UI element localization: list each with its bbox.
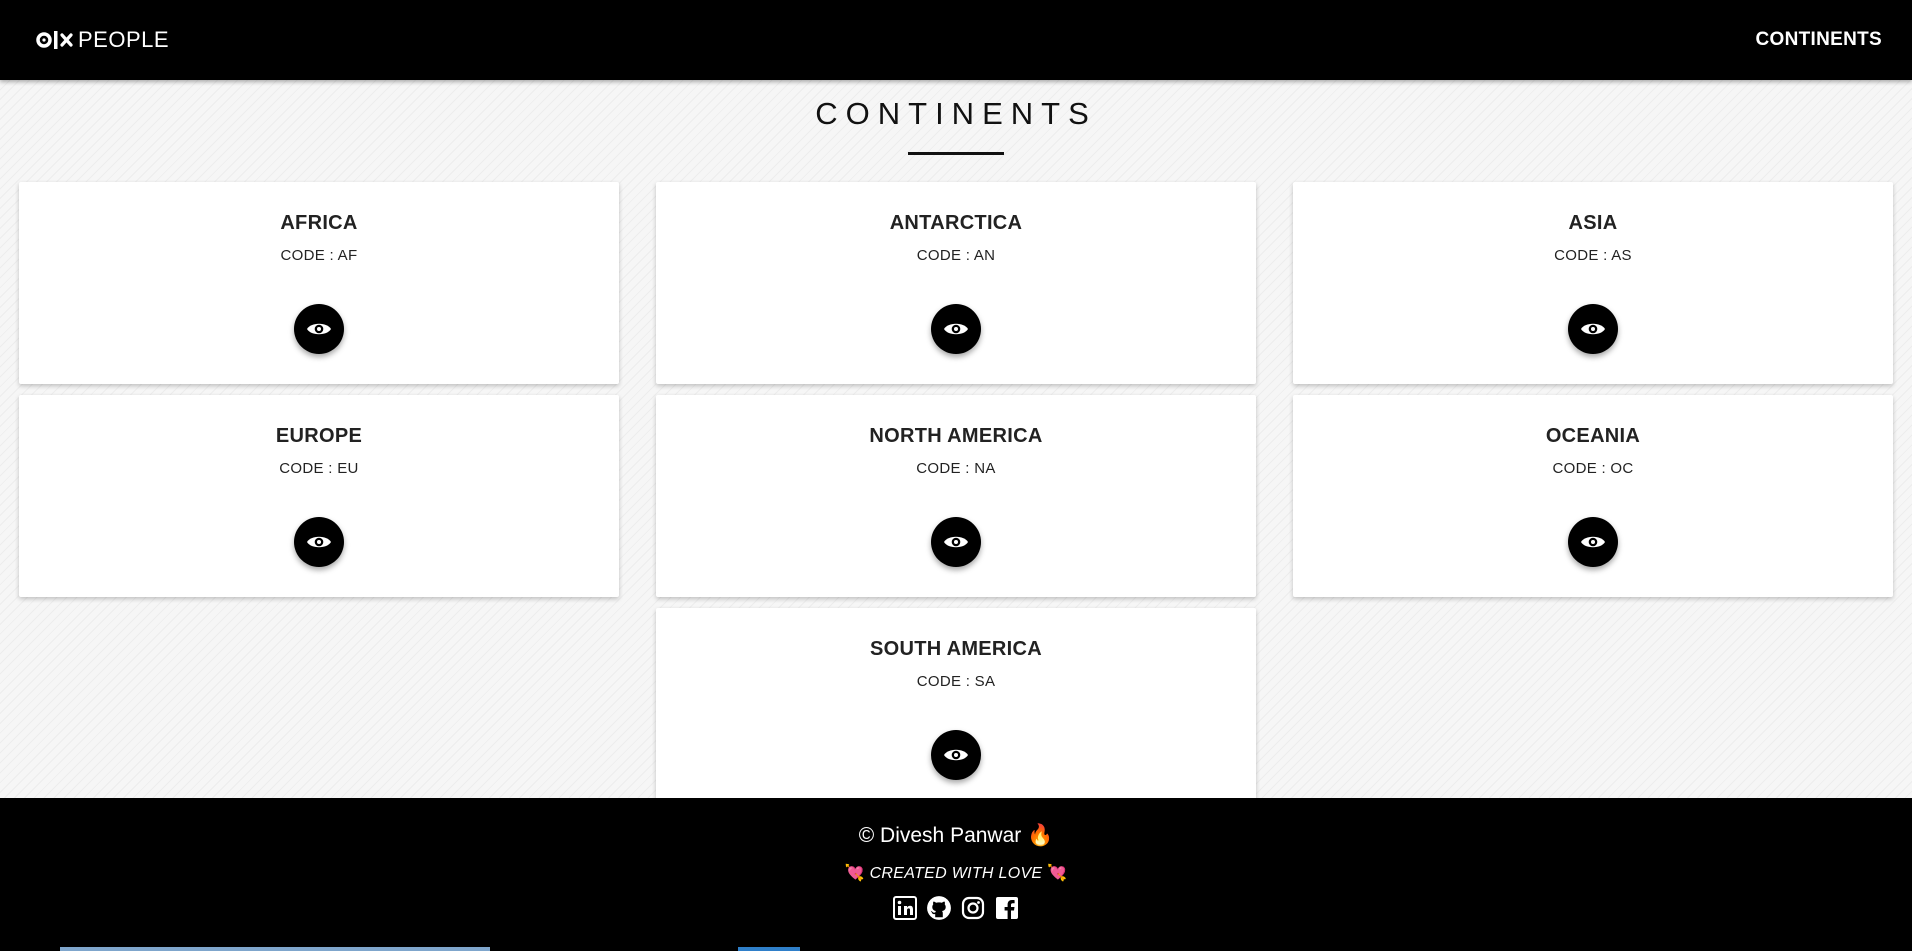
github-link[interactable] bbox=[926, 894, 952, 922]
nav-link-continents[interactable]: CONTINENTS bbox=[1756, 29, 1883, 51]
view-button[interactable] bbox=[294, 304, 344, 354]
view-button[interactable] bbox=[1568, 304, 1618, 354]
continent-name: EUROPE bbox=[275, 425, 363, 447]
continent-name: ANTARCTICA bbox=[889, 212, 1023, 234]
view-button[interactable] bbox=[931, 304, 981, 354]
continent-card-north-america: NORTH AMERICA CODE : NA bbox=[656, 395, 1256, 597]
continent-grid: AFRICA CODE : AF ANTARCTICA CODE : AN AS… bbox=[19, 182, 1893, 810]
instagram-icon bbox=[961, 896, 985, 920]
facebook-link[interactable] bbox=[994, 894, 1020, 922]
footer: © Divesh Panwar 🔥 💘 CREATED WITH LOVE 💘 bbox=[0, 798, 1912, 951]
continent-code: CODE : NA bbox=[916, 460, 996, 477]
continent-card-asia: ASIA CODE : AS bbox=[1293, 182, 1893, 384]
continent-name: ASIA bbox=[1568, 212, 1618, 234]
continent-name: AFRICA bbox=[280, 212, 358, 234]
continent-card-oceania: OCEANIA CODE : OC bbox=[1293, 395, 1893, 597]
copyright-text: © Divesh Panwar 🔥 bbox=[858, 824, 1054, 847]
continent-code: CODE : AS bbox=[1554, 247, 1632, 264]
eye-icon bbox=[1581, 323, 1605, 335]
continent-card-europe: EUROPE CODE : EU bbox=[19, 395, 619, 597]
title-underline bbox=[908, 152, 1004, 155]
heart-icon: 💘 bbox=[844, 865, 865, 882]
facebook-icon bbox=[996, 897, 1018, 919]
continent-code: CODE : AN bbox=[916, 247, 996, 264]
linkedin-link[interactable] bbox=[892, 894, 918, 922]
view-button[interactable] bbox=[1568, 517, 1618, 567]
eye-icon bbox=[307, 536, 331, 548]
tagline: 💘 CREATED WITH LOVE 💘 bbox=[0, 863, 1912, 883]
eye-icon bbox=[944, 749, 968, 761]
taskbar-strip bbox=[60, 947, 490, 951]
instagram-link[interactable] bbox=[960, 894, 986, 922]
tagline-text: CREATED WITH LOVE bbox=[869, 865, 1043, 882]
eye-icon bbox=[307, 323, 331, 335]
brand-logo[interactable]: PEOPLE bbox=[36, 27, 169, 53]
eye-icon bbox=[944, 536, 968, 548]
continent-name: SOUTH AMERICA bbox=[869, 638, 1043, 660]
continent-code: CODE : SA bbox=[916, 673, 996, 690]
continent-code: CODE : OC bbox=[1552, 460, 1634, 477]
view-button[interactable] bbox=[931, 517, 981, 567]
view-button[interactable] bbox=[294, 517, 344, 567]
continent-code: CODE : AF bbox=[280, 247, 358, 264]
continent-card-antarctica: ANTARCTICA CODE : AN bbox=[656, 182, 1256, 384]
continent-name: OCEANIA bbox=[1545, 425, 1641, 447]
continent-name: NORTH AMERICA bbox=[869, 425, 1043, 447]
github-icon bbox=[927, 896, 951, 920]
eye-icon bbox=[944, 323, 968, 335]
view-button[interactable] bbox=[931, 730, 981, 780]
social-links bbox=[0, 894, 1912, 922]
continent-card-south-america: SOUTH AMERICA CODE : SA bbox=[656, 608, 1256, 810]
olx-logo-icon bbox=[36, 31, 73, 49]
navbar: PEOPLE CONTINENTS bbox=[0, 0, 1912, 80]
brand-text: PEOPLE bbox=[78, 27, 170, 52]
linkedin-icon bbox=[893, 896, 917, 920]
heart-icon: 💘 bbox=[1047, 865, 1068, 882]
eye-icon bbox=[1581, 536, 1605, 548]
taskbar-strip bbox=[738, 947, 800, 951]
continent-code: CODE : EU bbox=[279, 460, 359, 477]
continent-card-africa: AFRICA CODE : AF bbox=[19, 182, 619, 384]
page-title: CONTINENTS bbox=[815, 96, 1097, 131]
